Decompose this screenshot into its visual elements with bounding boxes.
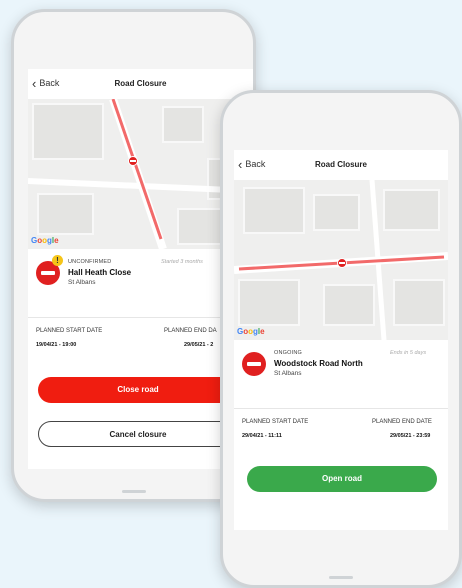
road-name: Hall Heath Close	[68, 268, 132, 277]
road-name: Woodstock Road North	[274, 359, 363, 368]
closure-summary: ONGOING Woodstock Road North St Albans E…	[234, 340, 448, 400]
top-bar: ‹ Back Road Closure	[234, 150, 448, 180]
page-title: Road Closure	[314, 160, 367, 169]
top-bar: ‹ Back Road Closure	[28, 69, 253, 99]
map-graphic	[234, 180, 448, 340]
map-block	[393, 279, 445, 326]
warning-icon: !	[52, 255, 63, 266]
town-name: St Albans	[68, 279, 96, 286]
map-block	[162, 106, 204, 143]
cancel-closure-button[interactable]: Cancel closure	[38, 421, 238, 447]
end-date-label: PLANNED END DA	[164, 328, 217, 334]
home-indicator	[329, 576, 353, 579]
map-block	[313, 194, 360, 231]
page-title: Road Closure	[114, 79, 167, 88]
google-letter: e	[260, 327, 265, 336]
close-road-button[interactable]: Close road	[38, 377, 238, 403]
volume-button	[11, 72, 14, 90]
open-road-button[interactable]: Open road	[247, 466, 437, 492]
start-date-value: 29/04/21 - 11:11	[242, 433, 282, 439]
planned-dates: PLANNED START DATE 29/04/21 - 11:11 PLAN…	[234, 408, 448, 449]
screen: ‹ Back Road Closure Google	[234, 150, 448, 530]
end-date-label: PLANNED END DATE	[372, 419, 432, 425]
home-indicator	[121, 490, 146, 493]
map-block	[383, 189, 440, 231]
volume-button	[11, 162, 14, 190]
map[interactable]: Google	[234, 180, 448, 340]
start-date-value: 19/04/21 - 19:00	[36, 342, 77, 348]
time-meta: Ends in 5 days	[390, 350, 427, 356]
map-block	[32, 103, 104, 160]
time-meta: Started 3 months	[161, 259, 203, 265]
start-date-label: PLANNED START DATE	[36, 328, 103, 334]
google-logo: Google	[237, 327, 265, 336]
map-block	[37, 193, 94, 235]
end-date-value: 29/05/21 - 2	[184, 342, 214, 348]
map-block	[238, 279, 300, 326]
start-date-label: PLANNED START DATE	[242, 419, 309, 425]
end-date-value: 29/05/21 - 23:59	[390, 433, 431, 439]
google-logo: Google	[31, 236, 59, 245]
closure-marker-bar	[339, 262, 345, 264]
status-label: ONGOING	[274, 350, 302, 356]
phone-ongoing-closure: ‹ Back Road Closure Google ONGOING Woods…	[220, 90, 462, 588]
map-block	[243, 187, 305, 234]
no-entry-icon	[242, 352, 266, 376]
google-letter: e	[54, 236, 59, 245]
volume-button	[11, 122, 14, 150]
status-label: UNCONFIRMED	[68, 259, 112, 265]
closure-route-line	[111, 99, 163, 240]
closure-marker-bar	[130, 160, 136, 162]
map-block	[323, 284, 375, 326]
town-name: St Albans	[274, 370, 302, 377]
